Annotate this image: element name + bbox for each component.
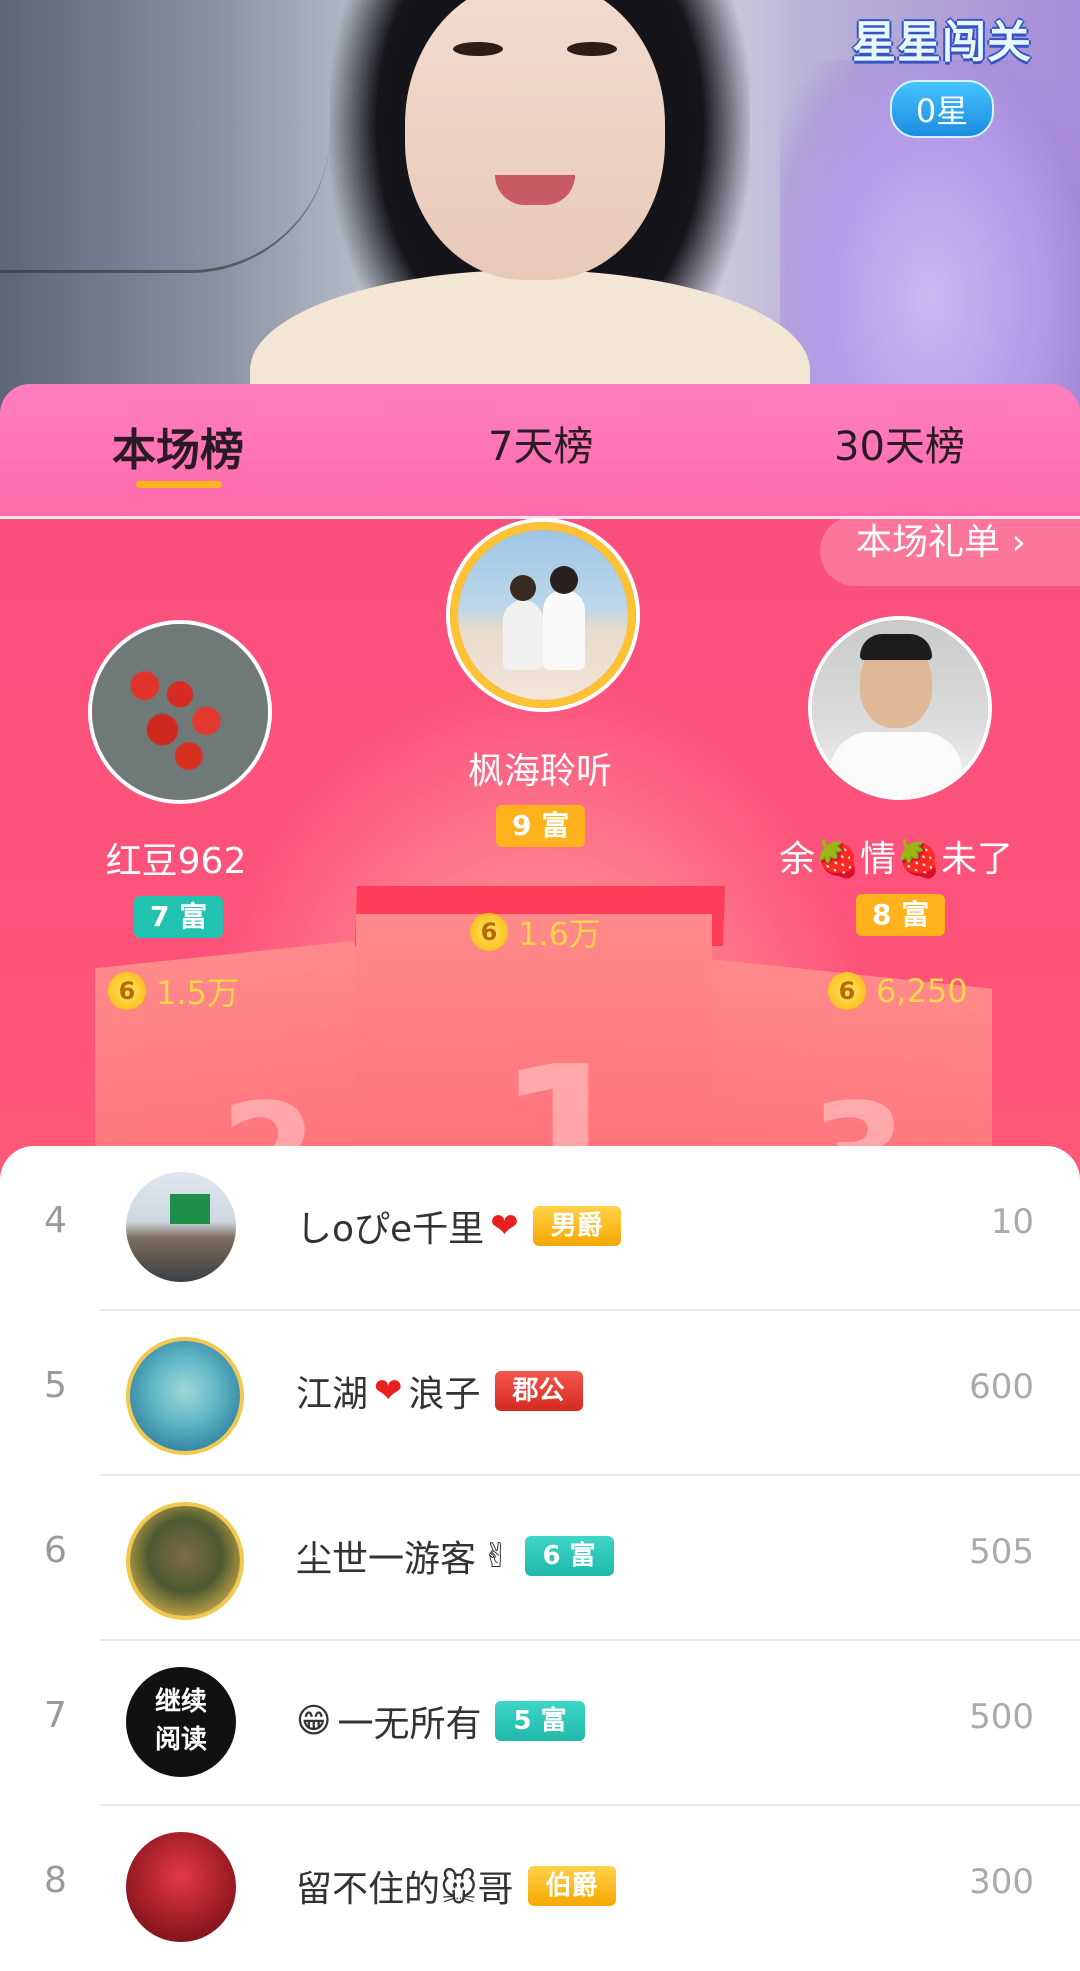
grin-emoji-icon: 😁 xyxy=(296,1701,332,1741)
list-name-text: 留不住的🐭哥 xyxy=(296,1869,514,1910)
third-place-level: 8 富 xyxy=(856,894,946,936)
first-place-name: 枫海聆听 xyxy=(467,751,612,792)
list-name: 留不住的🐭哥 伯爵 xyxy=(296,1860,616,1912)
list-avatar[interactable] xyxy=(126,1502,244,1620)
coin-icon: 6 xyxy=(108,972,146,1010)
list-name-text-2: 浪子 xyxy=(408,1374,481,1415)
third-place-coin-value: 6,250 xyxy=(876,972,968,1010)
second-place-name: 红豆962 xyxy=(105,841,247,882)
list-name-text: 江湖 xyxy=(296,1374,369,1415)
second-avatar-image xyxy=(92,624,268,800)
list-score: 10 xyxy=(990,1202,1034,1242)
coin-icon: 6 xyxy=(470,913,508,951)
wealth-level-tag: 6 富 xyxy=(524,1536,614,1576)
tab-30-days[interactable]: 30天榜 xyxy=(834,414,965,472)
first-place-coin-value: 1.6万 xyxy=(518,915,601,953)
first-place-avatar[interactable] xyxy=(450,522,636,708)
ranking-tabs: 本场榜 7天榜 30天榜 xyxy=(0,384,1080,519)
victory-hand-icon: ✌ xyxy=(482,1536,511,1576)
list-name-text: しoぴe千里 xyxy=(296,1209,485,1250)
noble-tag: 男爵 xyxy=(532,1206,621,1246)
gift-list-link[interactable]: 本场礼单 › xyxy=(820,516,1080,586)
third-place-coins: 6 6,250 xyxy=(828,972,968,1010)
streamer-eye-right xyxy=(567,42,617,56)
third-avatar-image xyxy=(812,620,988,796)
list-item[interactable]: 4 しoぴe千里 ❤ 男爵 10 xyxy=(0,1146,1080,1311)
first-avatar-image xyxy=(458,530,628,700)
list-item[interactable]: 5 江湖 ❤ 浪子 郡公 600 xyxy=(0,1311,1080,1476)
list-name: 尘世一游客 ✌ 6 富 xyxy=(296,1530,614,1582)
list-avatar[interactable] xyxy=(126,1337,244,1455)
streamer-eye-left xyxy=(453,42,503,56)
avatar-text: 继续 阅读 xyxy=(154,1687,207,1755)
tab-current-session[interactable]: 本场榜 xyxy=(112,414,244,478)
decor-light-string xyxy=(0,40,330,273)
heart-icon: ❤ xyxy=(490,1206,519,1246)
third-place-avatar[interactable] xyxy=(808,616,992,800)
active-tab-underline xyxy=(136,481,222,488)
streamer-face xyxy=(405,0,665,280)
list-avatar[interactable]: 继续 阅读 xyxy=(126,1667,236,1777)
wealth-level-tag: 5 富 xyxy=(495,1701,585,1741)
star-challenge-title: 星星闯关 xyxy=(852,17,1032,68)
heart-icon: ❤ xyxy=(374,1371,403,1411)
second-place-coin-value: 1.5万 xyxy=(156,974,239,1012)
first-place-coins: 6 1.6万 xyxy=(470,909,601,955)
coin-icon: 6 xyxy=(828,972,866,1010)
list-name-text: 尘世一游客 xyxy=(296,1539,477,1580)
list-avatar[interactable] xyxy=(126,1832,236,1942)
noble-tag: 郡公 xyxy=(494,1371,583,1411)
second-place-avatar[interactable] xyxy=(88,620,272,804)
tab-7-days[interactable]: 7天榜 xyxy=(488,414,593,472)
live-video[interactable]: 星星闯关 0星 xyxy=(0,0,1080,420)
list-rank: 6 xyxy=(44,1530,67,1571)
list-rank: 4 xyxy=(44,1200,67,1241)
list-rank: 7 xyxy=(44,1695,67,1736)
star-count-pill: 0星 xyxy=(889,80,995,138)
list-score: 300 xyxy=(969,1862,1034,1902)
list-name-text: 一无所有 xyxy=(337,1704,482,1745)
second-place-level: 7 富 xyxy=(134,896,224,938)
first-place-level: 9 富 xyxy=(496,805,586,847)
list-item[interactable]: 7 继续 阅读 😁 一无所有 5 富 500 xyxy=(0,1641,1080,1806)
list-rank: 5 xyxy=(44,1365,67,1406)
list-rank: 8 xyxy=(44,1860,67,1901)
noble-tag: 伯爵 xyxy=(527,1866,616,1906)
list-name: 江湖 ❤ 浪子 郡公 xyxy=(296,1365,583,1417)
list-item[interactable]: 6 尘世一游客 ✌ 6 富 505 xyxy=(0,1476,1080,1641)
list-name: しoぴe千里 ❤ 男爵 xyxy=(296,1200,621,1252)
list-score: 500 xyxy=(969,1697,1034,1737)
second-place-coins: 6 1.5万 xyxy=(108,968,239,1014)
list-avatar[interactable] xyxy=(126,1172,236,1282)
list-item[interactable]: 8 留不住的🐭哥 伯爵 300 xyxy=(0,1806,1080,1971)
star-challenge-badge[interactable]: 星星闯关 0星 xyxy=(842,6,1042,138)
list-score: 505 xyxy=(969,1532,1034,1572)
third-place-name: 余🍓情🍓未了 xyxy=(779,839,1013,880)
list-score: 600 xyxy=(969,1367,1034,1407)
list-name: 😁 一无所有 5 富 xyxy=(296,1695,585,1747)
ranking-list: 4 しoぴe千里 ❤ 男爵 10 5 江湖 ❤ 浪子 郡公 600 6 尘世一游… xyxy=(0,1146,1080,1942)
